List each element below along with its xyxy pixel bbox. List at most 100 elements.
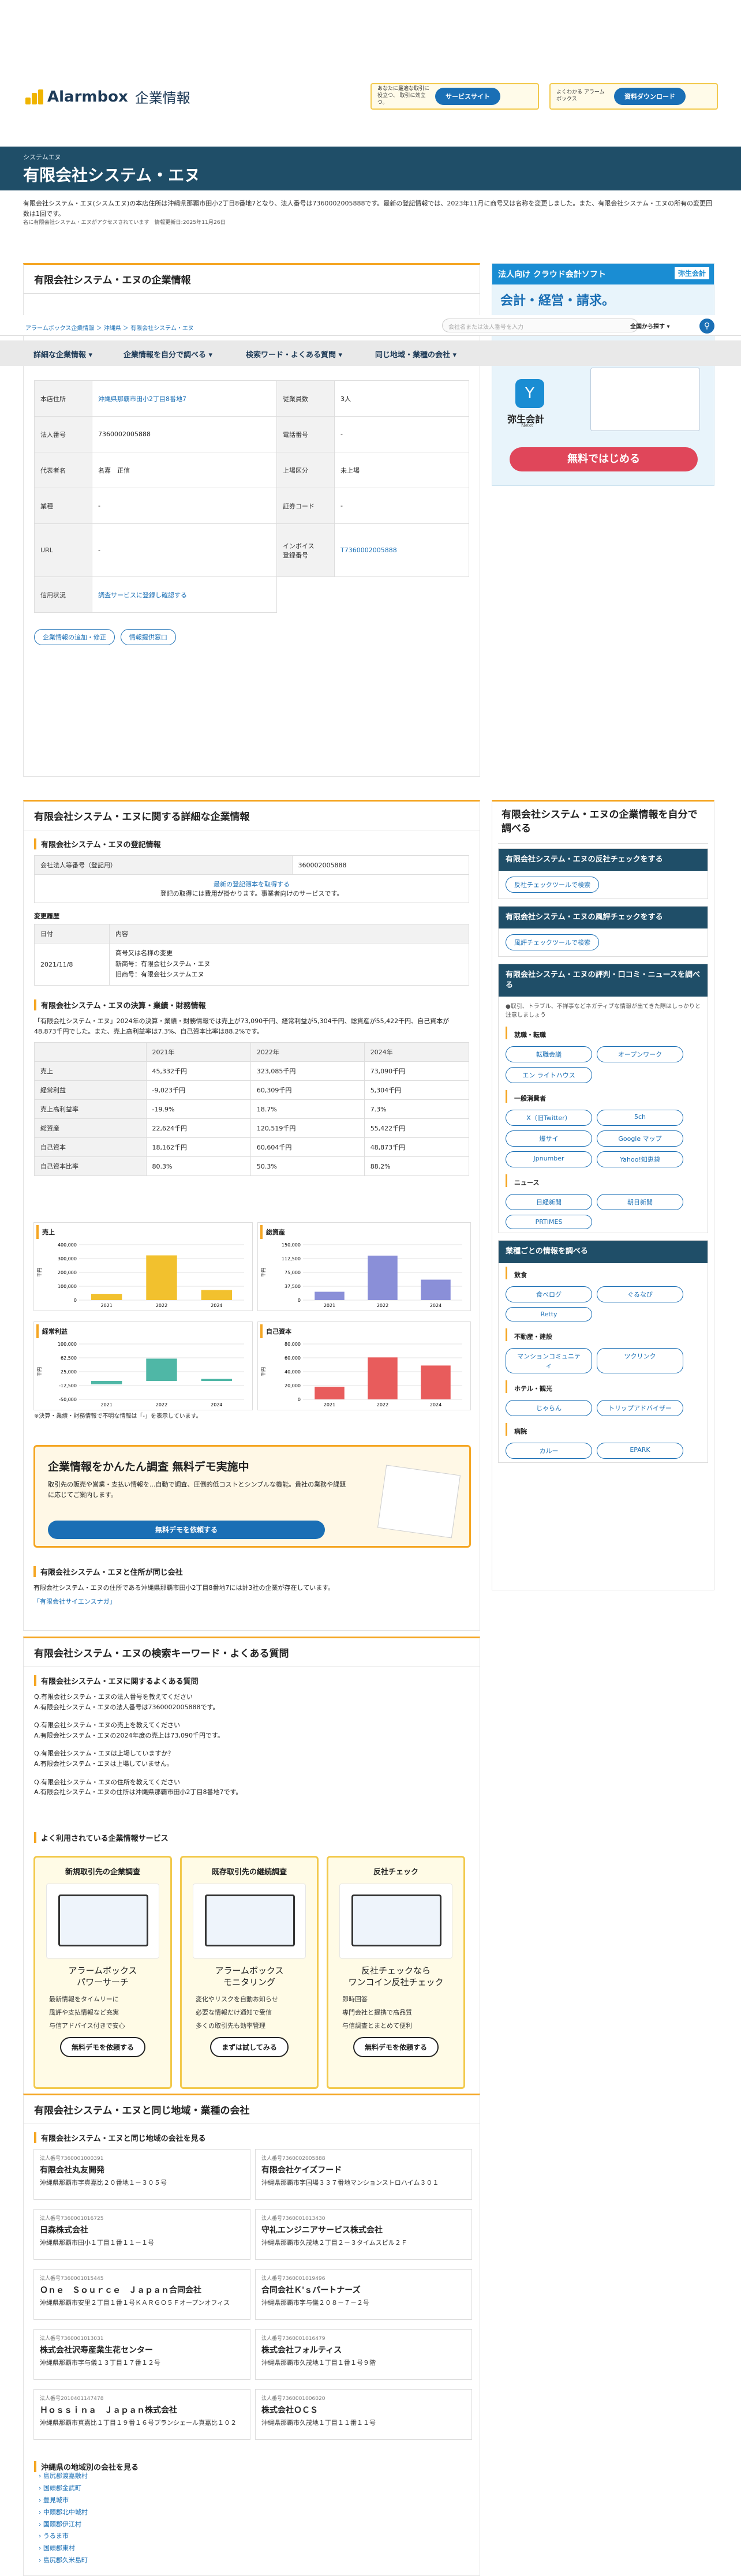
service-button[interactable]: 無料デモを依頼する bbox=[353, 2037, 439, 2058]
company-card[interactable]: 法人番号7360001013430 守礼エンジニアサービス株式会社 沖縄県那覇市久茂… bbox=[255, 2209, 472, 2260]
external-link-button[interactable]: じゃらん bbox=[506, 1399, 592, 1416]
external-link-button[interactable]: 爆サイ bbox=[506, 1130, 592, 1147]
area-link[interactable]: › うるま市 bbox=[39, 2530, 88, 2543]
info-value[interactable]: 沖縄県那覇市田小2丁目8番地7 bbox=[92, 380, 277, 417]
fin-row: 自己資本比率 80.3% 50.3% 88.2% bbox=[34, 1156, 470, 1177]
company-name: 有限会社ケイズフード bbox=[261, 2166, 342, 2175]
external-link-button[interactable]: 食べログ bbox=[506, 1286, 592, 1302]
company-name: 有限会社丸友開発 bbox=[40, 2166, 104, 2175]
company-card[interactable]: 法人番号2010401147478 Ｈｏｓｓｉｎａ Ｊａｐａｎ株式会社 沖縄県那覇市… bbox=[33, 2389, 250, 2440]
history-table: 日付 内容 2021/11/8 商号又は名称の変更 新商号：有限会社システム・エヌ … bbox=[34, 924, 469, 986]
external-link-button[interactable]: オープンワーク bbox=[597, 1046, 683, 1063]
y-tick-label: 40,000 bbox=[285, 1369, 301, 1375]
area-link[interactable]: › 島尻郡久米島町 bbox=[39, 2555, 88, 2567]
yayoi-ad[interactable]: 法人向け クラウド会計ソフト 弥生会計 会計・経営・請求。 Y 弥生会計 Next… bbox=[492, 263, 714, 486]
area-link[interactable]: › 豊見城市 bbox=[39, 2495, 88, 2507]
info-value[interactable]: T7360002005888 bbox=[334, 523, 469, 577]
search-scope-select[interactable]: 全国から探す ▾ bbox=[630, 321, 670, 330]
area-link[interactable]: › 島尻郡渡嘉敷村 bbox=[39, 2470, 88, 2483]
site-logo[interactable]: Alarmbox 企業情報 bbox=[25, 87, 190, 107]
nav-self-research[interactable]: 企業情報を自分で調べる ▾ bbox=[124, 349, 212, 360]
y-tick-label: 400,000 bbox=[58, 1242, 77, 1248]
news-links: 日経新聞 朝日新聞 PRTIMES bbox=[499, 1190, 708, 1233]
reviews-box: 有限会社システム・エヌの評判・口コミ・ニュースを調べる ●取引、トラブル、不祥事… bbox=[498, 963, 708, 1234]
registry-link[interactable]: 最新の登記簿本を取得する bbox=[214, 881, 290, 888]
chart-sales: 売上 0 100,000 200,000 300,000 400,000 千円 2021 202… bbox=[33, 1222, 253, 1311]
service-card[interactable]: 反社チェック 反社チェックなら ワンコイン反社チェック 即時回答 専門会社と提携で高品… bbox=[327, 1856, 465, 2089]
area-name: 豊見城市 bbox=[43, 2496, 69, 2504]
external-link-button[interactable]: PRTIMES bbox=[506, 1215, 592, 1230]
company-card[interactable]: 法人番号7360001006020 株式会社ＯＣＳ 沖縄県那覇市久茂地１丁目１１番１… bbox=[255, 2389, 472, 2440]
company-card[interactable]: 法人番号7360001013031 株式会社沢寿産業生花センター 沖縄県那覇市字与儀… bbox=[33, 2329, 250, 2380]
breadcrumb[interactable]: アラームボックス企業情報 ＞ 沖縄県 ＞ 有限会社システム・エヌ bbox=[25, 323, 194, 332]
download-button[interactable]: 資料ダウンロード bbox=[614, 88, 686, 105]
external-link-button[interactable]: X（旧Twitter） bbox=[506, 1110, 592, 1126]
download-promo[interactable]: よくわかる アラームボックス 資料ダウンロード bbox=[549, 83, 718, 110]
company-number: 法人番号7360001013031 bbox=[40, 2336, 104, 2342]
company-card[interactable]: 法人番号7360001016725 日森株式会社 沖縄県那覇市田小１丁目１番１１－１… bbox=[33, 2209, 250, 2260]
y-tick-label: 75,000 bbox=[285, 1270, 301, 1275]
external-link-button[interactable]: トリップアドバイザー bbox=[597, 1399, 683, 1416]
antisocial-check-button[interactable]: 反社チェックツールで検索 bbox=[506, 876, 599, 893]
faq-question: Q.有限会社システム・エヌの売上を教えてください bbox=[34, 1721, 180, 1729]
self-research-panel: 有限会社システム・エヌの企業情報を自分で調べる 有限会社システム・エヌの反社チェ… bbox=[492, 800, 714, 1590]
area-link[interactable]: › 国頭郡伊江村 bbox=[39, 2519, 88, 2531]
contact-button[interactable]: 情報提供窓口 bbox=[120, 629, 176, 645]
y-tick-label: 25,000 bbox=[61, 1369, 77, 1375]
company-info-row: 信用状況 調査サービスに登録し確認する bbox=[34, 576, 469, 613]
company-card[interactable]: 法人番号7360001000391 有限会社丸友開発 沖縄県那覇市字真嘉比２０番地１… bbox=[33, 2149, 250, 2200]
demo-button[interactable]: 無料デモを依頼する bbox=[48, 1521, 325, 1539]
company-name: 株式会社沢寿産業生花センター bbox=[40, 2346, 153, 2355]
external-link-button[interactable]: カルー bbox=[506, 1442, 592, 1459]
service-feature: 与信調査とまとめて便利 bbox=[342, 2022, 412, 2030]
external-link-button[interactable]: 朝日新聞 bbox=[597, 1194, 683, 1211]
search-input[interactable]: 会社名または法人番号を入力 bbox=[442, 319, 638, 332]
faq-answer: A.有限会社システム・エヌの法人番号は7360002005888です。 bbox=[34, 1703, 219, 1711]
external-link-button[interactable]: 5ch bbox=[597, 1110, 683, 1126]
y-tick-label: 80,000 bbox=[285, 1342, 301, 1347]
company-card[interactable]: 法人番号7360002005888 有限会社ケイズフード 沖縄県那覇市字国場３３７番… bbox=[255, 2149, 472, 2200]
company-card[interactable]: 法人番号7360001019496 合同会社Ｋ'ｓパートナーズ 沖縄県那覇市字与儀２… bbox=[255, 2269, 472, 2320]
reputation-check-button[interactable]: 風評チェックツールで検索 bbox=[506, 934, 599, 950]
nav-faq[interactable]: 検索ワード・よくある質問 ▾ bbox=[246, 349, 342, 360]
search-icon[interactable]: ⚲ bbox=[699, 319, 714, 334]
external-link-button[interactable]: EPARK bbox=[597, 1442, 683, 1459]
external-link-button[interactable]: マンションコミュニティ bbox=[506, 1347, 592, 1373]
company-card[interactable]: 法人番号7360001015445 Ｏｎｅ Ｓｏｕｒｃｅ Ｊａｐａｎ合同会社 沖縄県… bbox=[33, 2269, 250, 2320]
add-info-button[interactable]: 企業情報の追加・修正 bbox=[34, 629, 115, 645]
nav-region[interactable]: 同じ地域・業種の会社 ▾ bbox=[375, 349, 456, 360]
same-address-link[interactable]: 「有限会社サイエンスナガ」 bbox=[33, 1597, 471, 1606]
nav-detail[interactable]: 詳細な企業情報 ▾ bbox=[33, 349, 92, 360]
page-title: 有限会社システム・エヌ bbox=[23, 166, 201, 185]
service-card[interactable]: 既存取引先の継続調査 アラームボックス モニタリング 変化やリスクを自動お知らせ 必要… bbox=[180, 1856, 319, 2089]
external-link-button[interactable]: 転職会議 bbox=[506, 1046, 592, 1063]
alarmbox-logo-icon bbox=[25, 89, 44, 104]
external-link-button[interactable]: エン ライトハウス bbox=[506, 1067, 592, 1084]
ad-label-text: 法人向け クラウド会計ソフト bbox=[498, 270, 606, 279]
external-link-button[interactable]: ぐるなび bbox=[597, 1286, 683, 1302]
service-heading: 反社チェック bbox=[373, 1868, 418, 1877]
external-link-button[interactable]: Jpnumber bbox=[506, 1151, 592, 1168]
external-link-button[interactable]: 日経新聞 bbox=[506, 1194, 592, 1211]
info-value[interactable]: 調査サービスに登録し確認する bbox=[92, 576, 277, 613]
external-link-button[interactable]: ツクリンク bbox=[597, 1347, 683, 1373]
external-link-button[interactable]: Retty bbox=[506, 1306, 592, 1321]
service-card[interactable]: 新規取引先の企業調査 アラームボックス パワーサーチ 最新情報をタイムリーに 風評や支… bbox=[33, 1856, 172, 2089]
company-card[interactable]: 法人番号7360001016479 株式会社フォルティス 沖縄県那覇市久茂地１丁目１… bbox=[255, 2329, 472, 2380]
external-link-button[interactable]: Yahoo!知恵袋 bbox=[597, 1151, 683, 1168]
service-site-button[interactable]: サービスサイト bbox=[435, 88, 500, 105]
external-link-button[interactable]: Google マップ bbox=[597, 1130, 683, 1147]
antisocial-box: 有限会社システム・エヌの反社チェックをする 反社チェックツールで検索 bbox=[498, 848, 708, 899]
service-feature: 専門会社と提携で高品質 bbox=[342, 2009, 412, 2017]
service-button[interactable]: 無料デモを依頼する bbox=[59, 2037, 145, 2058]
area-link[interactable]: › 中頭郡北中城村 bbox=[39, 2507, 88, 2519]
service-button[interactable]: まずは試してみる bbox=[210, 2037, 289, 2058]
area-link[interactable]: › 国頭郡金武町 bbox=[39, 2483, 88, 2495]
demo-banner[interactable]: 企業情報をかんたん調査 無料デモ実施中 取引先の販売や営業・支払い情報を...自… bbox=[33, 1445, 471, 1548]
fin-cell: 18.7% bbox=[250, 1099, 365, 1119]
service-site-promo[interactable]: あなたに最適な取引に役立つ、 取引に効立つ。 サービスサイト bbox=[370, 83, 539, 110]
ad-cta-button[interactable]: 無料ではじめる bbox=[510, 447, 698, 471]
service-feature: 多くの取引先も効率管理 bbox=[196, 2022, 265, 2030]
area-link[interactable]: › 国頭郡東村 bbox=[39, 2543, 88, 2555]
company-number: 法人番号7360001000391 bbox=[40, 2156, 104, 2162]
